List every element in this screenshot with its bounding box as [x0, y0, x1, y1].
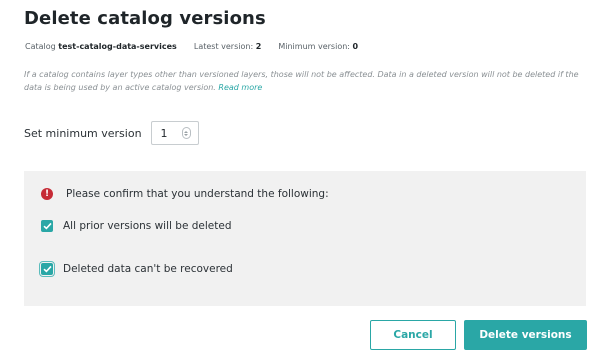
confirm-item-label: All prior versions will be deleted: [63, 220, 232, 232]
confirm-item-label: Deleted data can't be recovered: [63, 263, 233, 275]
latest-version-label: Latest version:: [193, 42, 254, 51]
min-version-value[interactable]: 1: [161, 127, 168, 140]
dialog-title: Delete catalog versions: [24, 8, 266, 29]
checkbox-prior-versions[interactable]: [41, 220, 53, 232]
info-note: If a catalog contains layer types other …: [24, 68, 586, 94]
min-version-row: Set minimum version 1: [24, 121, 199, 145]
minimum-version-label: Minimum version:: [278, 42, 350, 51]
latest-version-value: 2: [255, 42, 262, 51]
catalog-label: Catalog: [25, 42, 56, 51]
min-version-label: Set minimum version: [24, 126, 142, 140]
catalog-meta: Catalog test-catalog-data-services Lates…: [25, 42, 358, 51]
checkmark-icon: [42, 222, 52, 230]
catalog-name: test-catalog-data-services: [58, 42, 177, 51]
confirm-panel: ! Please confirm that you understand the…: [24, 171, 586, 306]
confirm-heading: Please confirm that you understand the f…: [66, 188, 329, 200]
confirm-item-data-unrecoverable[interactable]: Deleted data can't be recovered: [39, 261, 233, 277]
cancel-button[interactable]: Cancel: [370, 320, 456, 350]
read-more-link[interactable]: Read more: [218, 83, 262, 92]
delete-versions-button[interactable]: Delete versions: [464, 320, 587, 350]
min-version-stepper[interactable]: 1: [150, 121, 199, 145]
checkbox-data-unrecoverable[interactable]: [39, 261, 55, 277]
minimum-version-value: 0: [352, 42, 359, 51]
warning-icon: !: [41, 188, 53, 200]
confirm-item-prior-versions[interactable]: All prior versions will be deleted: [41, 220, 231, 232]
info-note-text: If a catalog contains layer types other …: [24, 70, 579, 92]
checkmark-icon: [42, 265, 52, 273]
stepper-arrows-icon[interactable]: [181, 127, 191, 139]
confirm-heading-row: ! Please confirm that you understand the…: [41, 188, 329, 200]
